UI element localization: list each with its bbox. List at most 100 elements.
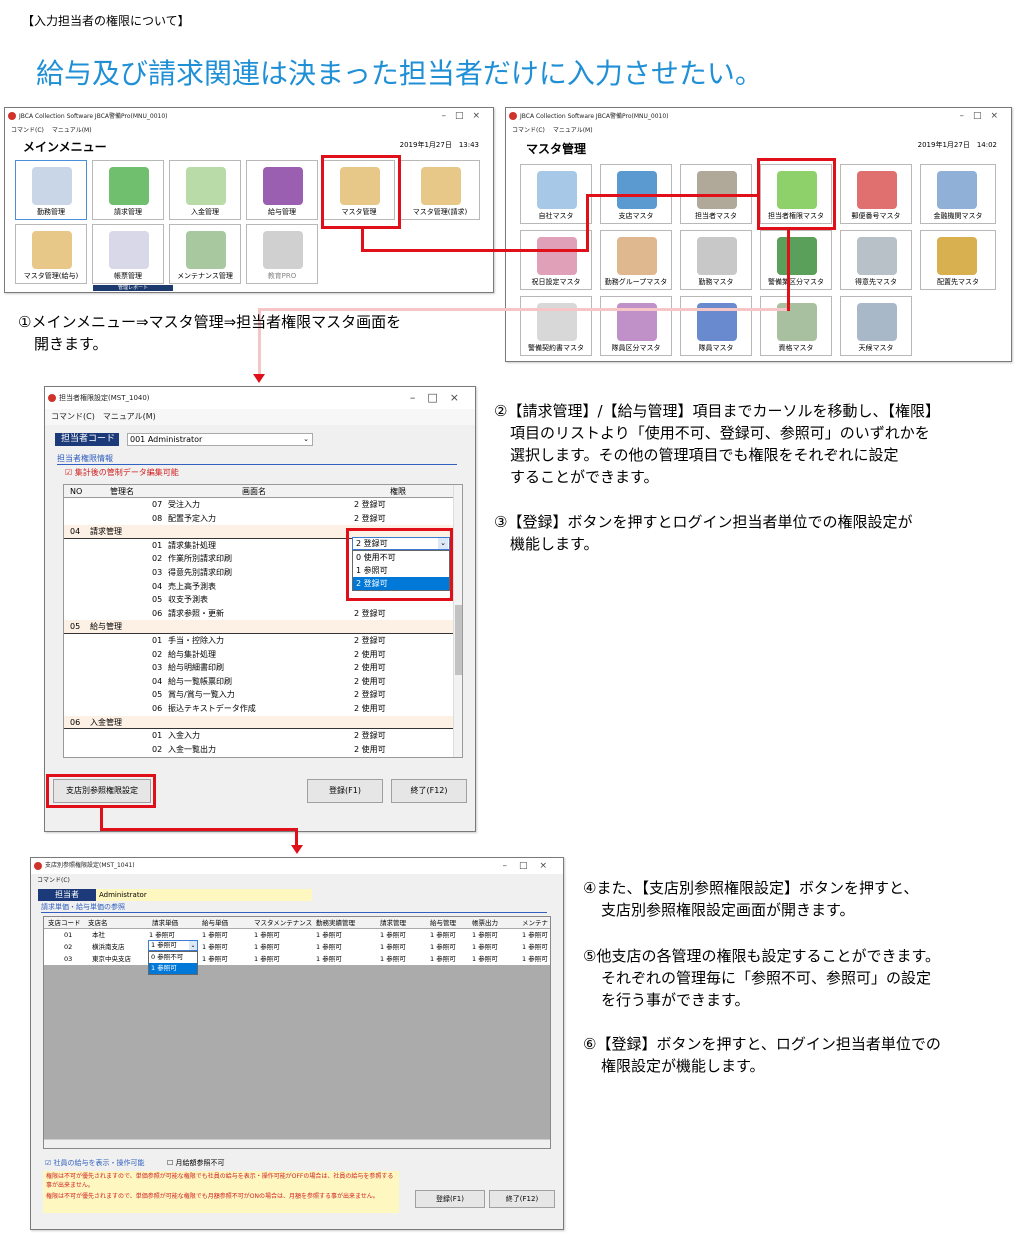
menu-manual[interactable]: マニュアル(M) bbox=[52, 127, 92, 134]
cell-name: 給与管理 bbox=[90, 622, 122, 632]
note-line: 支店別参照権限設定画面が開きます。 bbox=[601, 901, 855, 919]
cell-code: 02 bbox=[152, 744, 163, 754]
cell-no: 06 bbox=[70, 717, 81, 727]
tile-maintenance[interactable]: メンテナンス管理 bbox=[169, 224, 241, 284]
tile-tokuisaki[interactable]: 得意先マスタ bbox=[840, 230, 912, 290]
edit-checkbox[interactable]: ☑ 集計後の管制データ編集可能 bbox=[65, 467, 179, 478]
tile-shikaku[interactable]: 資格マスタ bbox=[760, 296, 832, 356]
cell-code: 05 bbox=[152, 595, 163, 605]
tile-tenko[interactable]: 天候マスタ bbox=[840, 296, 912, 356]
datetime: 2019年1月27日 13:43 bbox=[399, 141, 479, 149]
table-row[interactable]: 06 請求参照・更新 2 登録可 bbox=[64, 607, 453, 621]
tile-label: 隊員マスタ bbox=[698, 344, 734, 352]
cell-code: 08 bbox=[152, 513, 163, 523]
table-cell: 1 参照可 bbox=[522, 943, 548, 951]
tile-yubin[interactable]: 郵便番号マスタ bbox=[840, 164, 912, 224]
table-row[interactable]: 02 横浜南支店 1 参照可 1 参照可 1 参照可 1 参照可 1 参照可 1 参照可 1 参… bbox=[44, 941, 550, 953]
cell-name: 請求管理 bbox=[90, 527, 122, 537]
tile-kyuyo[interactable]: 給与管理 bbox=[246, 160, 318, 220]
tile-kinmu[interactable]: 勤務管理 bbox=[15, 160, 87, 220]
scroll-thumb[interactable] bbox=[455, 605, 462, 675]
cell-perm: 2 使用可 bbox=[354, 649, 386, 659]
col-header: 帳票出力 bbox=[472, 919, 498, 927]
table-row[interactable]: 02 入金一覧出力 2 使用可 bbox=[64, 743, 453, 757]
tile-haichisaki[interactable]: 配置先マスタ bbox=[920, 230, 996, 290]
menu-manual[interactable]: マニュアル(M) bbox=[103, 412, 156, 421]
note-5: ⑤他支店の各管理の権限も設定することができます。 それぞれの管理毎に「参照不可、参… bbox=[583, 945, 940, 1011]
window-controls[interactable]: –□× bbox=[441, 108, 489, 125]
note-2: ②【請求管理】/【給与管理】項目までカーソルを移動し、【権限】 項目のリストより「… bbox=[494, 400, 940, 488]
menu-command[interactable]: コマンド(C) bbox=[51, 412, 95, 421]
cell-screen: 給与明細書印刷 bbox=[168, 663, 224, 673]
cell-perm: 2 使用可 bbox=[354, 704, 386, 713]
table-row[interactable]: 07 受注入力 2 登録可 bbox=[64, 498, 453, 512]
group-label: 担当者権限情報 bbox=[57, 453, 457, 465]
tile-kyoiku[interactable]: 教育PRO bbox=[246, 224, 318, 284]
table-row[interactable]: 06 振込テキストデータ作成 2 使用可 bbox=[64, 702, 453, 716]
table-cell: 東京中央支店 bbox=[92, 955, 131, 963]
window-controls[interactable]: –□× bbox=[410, 387, 471, 409]
dropdown-option[interactable]: 0 参照不可 bbox=[149, 952, 197, 963]
tile-kinyu[interactable]: 金融機関マスタ bbox=[920, 164, 996, 224]
table-cell: 1 参照可 bbox=[254, 955, 280, 963]
tile-master-kyuyo[interactable]: マスタ管理(給与) bbox=[15, 224, 87, 284]
monthly-checkbox[interactable]: ☐ 月給額参照不可 bbox=[167, 1158, 225, 1168]
col-screen: 画面名 bbox=[242, 487, 266, 496]
scrollbar[interactable] bbox=[453, 485, 462, 757]
tile-kinmu-group[interactable]: 勤務グループマスタ bbox=[600, 230, 672, 290]
window-controls[interactable]: –□× bbox=[959, 108, 1007, 125]
tile-seikyu[interactable]: 請求管理 bbox=[92, 160, 164, 220]
register-button[interactable]: 登録(F1) bbox=[415, 1190, 485, 1208]
menu-command[interactable]: コマンド(C) bbox=[512, 127, 545, 134]
menu-manual[interactable]: マニュアル(M) bbox=[553, 127, 593, 134]
tile-keiyakusho[interactable]: 警備契約書マスタ bbox=[520, 296, 592, 356]
worker-icon bbox=[697, 237, 737, 275]
dropdown-option[interactable]: 1 参照可 bbox=[149, 963, 197, 974]
tile-label: 天候マスタ bbox=[858, 344, 894, 352]
window-controls[interactable]: –□× bbox=[502, 858, 559, 874]
master-menu-window: JBCA Collection Software JBCA警備Pro(MNU_0… bbox=[505, 107, 1012, 362]
cell-screen: 請求集計処理 bbox=[168, 540, 216, 550]
tile-taiin[interactable]: 隊員マスタ bbox=[680, 296, 752, 356]
tile-label: 請求管理 bbox=[114, 208, 142, 216]
staff-code-select[interactable]: 001 Administrator ⌄ bbox=[127, 433, 313, 446]
table-row[interactable]: 05 賞与/賞与一覧入力 2 登録可 bbox=[64, 688, 453, 702]
close-button[interactable]: 終了(F12) bbox=[489, 1190, 555, 1208]
main-menu-window: JBCA Collection Software JBCA警備Pro(MNU_0… bbox=[4, 107, 494, 293]
table-row[interactable]: 03 給与明細書印刷 2 使用可 bbox=[64, 661, 453, 675]
tile-master-seikyu[interactable]: マスタ管理(請求) bbox=[400, 160, 480, 220]
tile-label: 警備契約書マスタ bbox=[528, 344, 584, 352]
table-row[interactable]: 08 配置予定入力 2 登録可 bbox=[64, 512, 453, 526]
menu-bar: コマンド(C) bbox=[31, 874, 563, 887]
menu-command[interactable]: コマンド(C) bbox=[37, 877, 70, 884]
table-row[interactable]: 01 本社 1 参照可 1 参照可 1 参照可 1 参照可 1 参照可 1 参照可 1 参照可 1… bbox=[44, 929, 550, 941]
branch-dropdown[interactable]: 1 参照可 ⌄ bbox=[148, 940, 198, 951]
table-row[interactable]: 05 給与管理 bbox=[64, 620, 453, 634]
tile-label: 配置先マスタ bbox=[937, 278, 979, 286]
table-row[interactable]: 06 入金管理 bbox=[64, 715, 453, 730]
tile-nyukin[interactable]: 入金管理 bbox=[169, 160, 241, 220]
salary-checkbox[interactable]: ☑ 社員の給与を表示・操作可能 bbox=[45, 1158, 145, 1168]
tile-jisha[interactable]: 自社マスタ bbox=[520, 164, 592, 224]
arrow-connector bbox=[787, 229, 790, 311]
table-row[interactable]: 01 手当・控除入力 2 登録可 bbox=[64, 634, 453, 648]
tile-report[interactable]: 帳票管理 bbox=[92, 224, 164, 284]
close-button[interactable]: 終了(F12) bbox=[391, 779, 467, 803]
table-row[interactable]: 01 入金入力 2 登録可 bbox=[64, 729, 453, 743]
tile-shukujitsu[interactable]: 祝日設定マスタ bbox=[520, 230, 592, 290]
table-row[interactable]: 02 給与集計処理 2 使用可 bbox=[64, 648, 453, 662]
menu-command[interactable]: コマンド(C) bbox=[11, 127, 44, 134]
table-row[interactable]: 03 東京中央支店 1 参照可 1 参照可 1 参照可 1 参照可 1 参照可 1 参照可 1 … bbox=[44, 953, 550, 965]
col-header: 給与単価 bbox=[202, 919, 228, 927]
table-row[interactable]: 04 給与一覧帳票印刷 2 使用可 bbox=[64, 675, 453, 689]
table-cell: 1 参照可 bbox=[202, 943, 228, 951]
tile-label: 支店マスタ bbox=[618, 212, 654, 220]
clipboard-icon bbox=[32, 167, 72, 205]
menu-bar: コマンド(C) マニュアル(M) bbox=[5, 125, 493, 137]
tile-kinmu[interactable]: 勤務マスタ bbox=[680, 230, 752, 290]
scrollbar[interactable] bbox=[44, 1139, 550, 1148]
app-icon bbox=[8, 112, 16, 120]
tile-taiin-kubun[interactable]: 隊員区分マスタ bbox=[600, 296, 672, 356]
tile-keibigyo[interactable]: 警備業区分マスタ bbox=[760, 230, 832, 290]
register-button[interactable]: 登録(F1) bbox=[307, 779, 383, 803]
